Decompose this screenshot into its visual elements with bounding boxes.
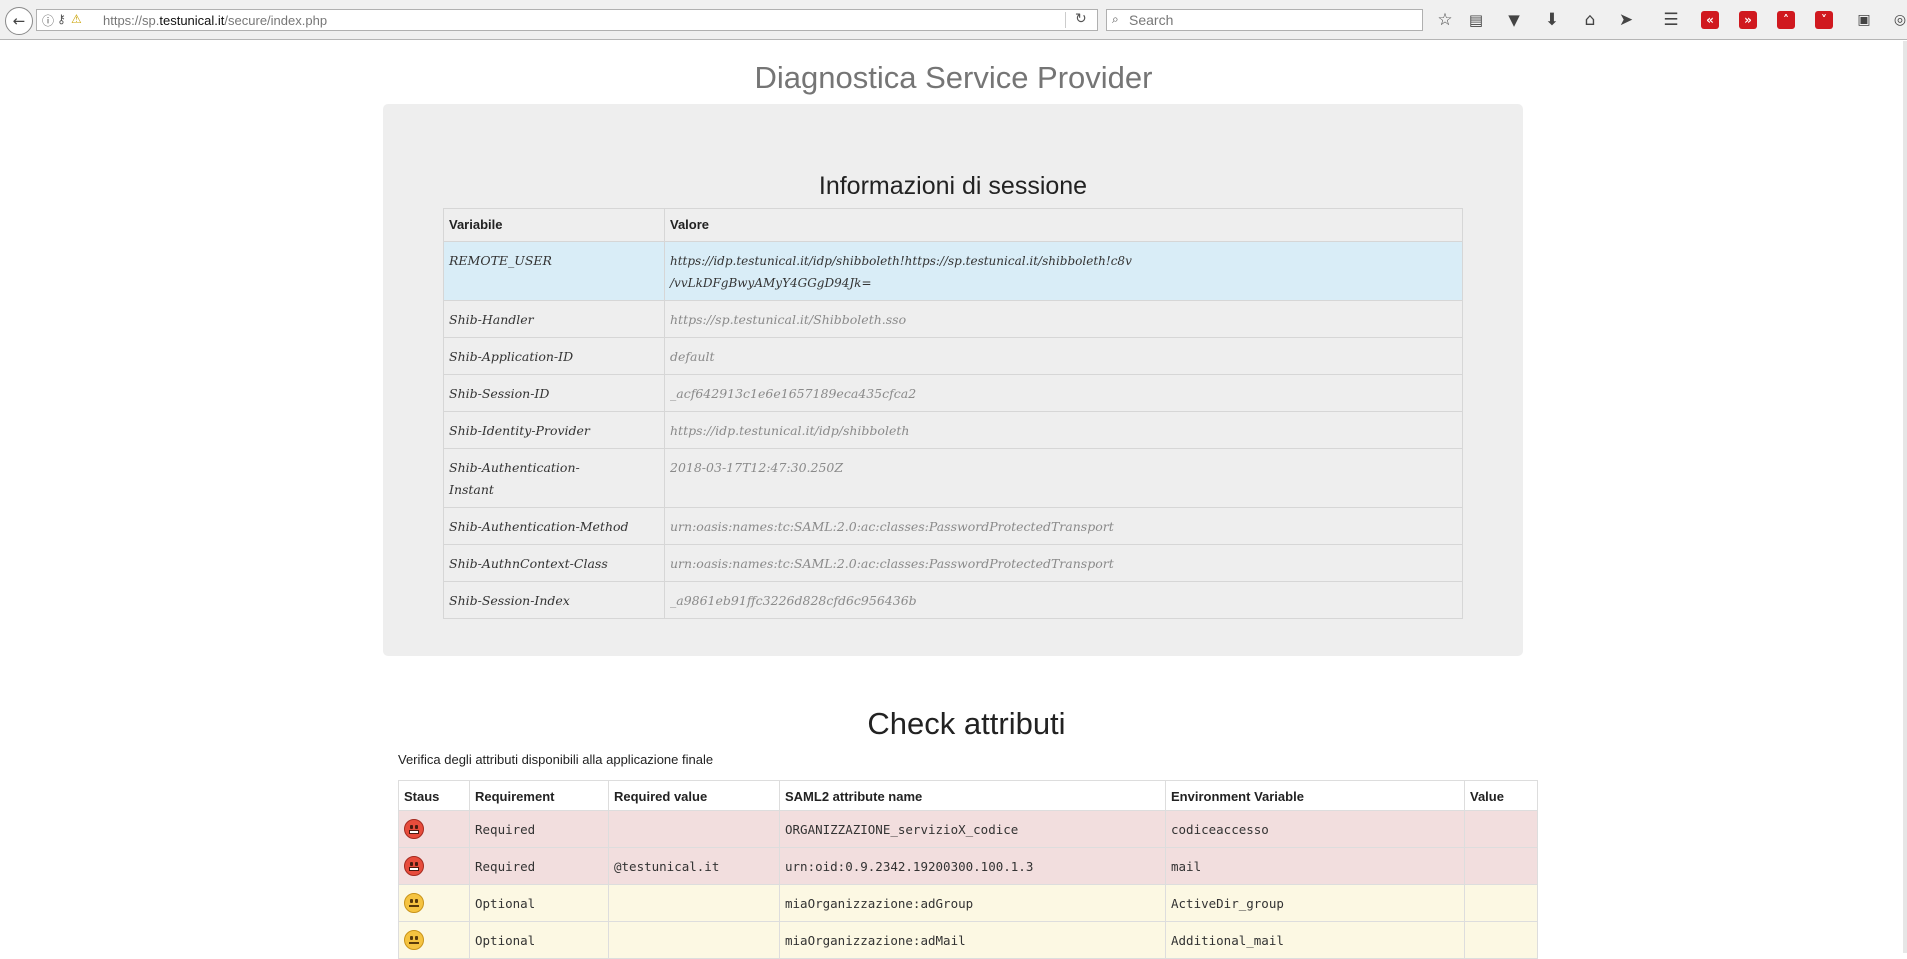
- required-value-cell: [608, 884, 780, 922]
- extension-overflow-icon[interactable]: ◎: [1888, 8, 1907, 32]
- bookmark-star-icon[interactable]: ☆: [1433, 8, 1457, 32]
- send-icon[interactable]: ➤: [1614, 8, 1638, 32]
- url-divider: [1065, 12, 1066, 28]
- extension-up-icon[interactable]: ˄: [1777, 11, 1795, 29]
- column-header-saml2-name: SAML2 attribute name: [779, 780, 1166, 811]
- check-heading: Check attributi: [867, 706, 1066, 741]
- requirement-cell: Optional: [469, 884, 609, 922]
- lock-warning-icon[interactable]: ⚠: [71, 12, 82, 26]
- requirement-cell: Required: [469, 810, 609, 848]
- neutral-face-icon: [404, 930, 424, 950]
- column-header-value: Value: [1464, 780, 1538, 811]
- variable-value: https://idp.testunical.it/idp/shibboleth: [664, 411, 1463, 449]
- table-row: Shib-Authentication- Instant 2018-03-17T…: [443, 448, 1463, 508]
- value-cell: [1464, 884, 1538, 922]
- session-table: Variabile Valore REMOTE_USER https://idp…: [443, 208, 1463, 619]
- variable-name: Shib-Session-ID: [443, 374, 665, 412]
- variable-name: Shib-Session-Index: [443, 581, 665, 619]
- column-header-value: Valore: [664, 208, 1463, 242]
- page-title: Diagnostica Service Provider: [754, 60, 1153, 95]
- status-cell: [398, 847, 470, 885]
- saml2-name-cell: miaOrganizzazione:adGroup: [779, 884, 1166, 922]
- variable-value: default: [664, 337, 1463, 375]
- key-icon[interactable]: ⚷: [57, 12, 66, 26]
- variable-name: Shib-Application-ID: [443, 337, 665, 375]
- table-row: Shib-Session-ID _acf642913c1e6e1657189ec…: [443, 374, 1463, 412]
- extension-prev-icon[interactable]: «: [1701, 11, 1719, 29]
- page-scrollbar[interactable]: [1903, 41, 1907, 953]
- variable-value: _acf642913c1e6e1657189eca435cfca2: [664, 374, 1463, 412]
- session-panel: Informazioni di sessione Variabile Valor…: [383, 104, 1523, 656]
- variable-name: Shib-Handler: [443, 300, 665, 338]
- status-cell: [398, 810, 470, 848]
- saml2-name-cell: ORGANIZZAZIONE_servizioX_codice: [779, 810, 1166, 848]
- variable-name: Shib-Authentication- Instant: [443, 448, 665, 508]
- variable-name: Shib-Identity-Provider: [443, 411, 665, 449]
- check-subtitle: Verifica degli attributi disponibili all…: [398, 752, 714, 767]
- info-icon[interactable]: ⓘ: [42, 12, 54, 29]
- variable-value: _a9861eb91ffc3226d828cfd6c956436b: [664, 581, 1463, 619]
- home-icon[interactable]: ⌂: [1578, 8, 1602, 32]
- table-row: Shib-Handler https://sp.testunical.it/Sh…: [443, 300, 1463, 338]
- table-row: Shib-Application-ID default: [443, 337, 1463, 375]
- extension-face-icon[interactable]: ▣: [1852, 8, 1876, 32]
- back-arrow-icon[interactable]: ←: [5, 7, 33, 35]
- column-header-required-value: Required value: [608, 780, 780, 811]
- env-var-cell: mail: [1165, 847, 1465, 885]
- variable-name: REMOTE_USER: [443, 241, 665, 301]
- extension-down-icon[interactable]: ˅: [1815, 11, 1833, 29]
- env-var-cell: codiceaccesso: [1165, 810, 1465, 848]
- column-header-requirement: Requirement: [469, 780, 609, 811]
- requirement-cell: Required: [469, 847, 609, 885]
- sad-face-icon: [404, 856, 424, 876]
- table-row: Optional miaOrganizzazione:adGroup Activ…: [398, 884, 1538, 922]
- table-row: Shib-Identity-Provider https://idp.testu…: [443, 411, 1463, 449]
- value-cell: [1464, 810, 1538, 848]
- variable-value: urn:oasis:names:tc:SAML:2.0:ac:classes:P…: [664, 507, 1463, 545]
- required-value-cell: @testunical.it: [608, 847, 780, 885]
- session-header-row: Variabile Valore: [443, 208, 1463, 242]
- table-row: REMOTE_USER https://idp.testunical.it/id…: [443, 241, 1463, 301]
- pocket-icon[interactable]: ▼: [1502, 8, 1526, 32]
- variable-value: 2018-03-17T12:47:30.250Z: [664, 448, 1463, 508]
- menu-icon[interactable]: ☰: [1659, 8, 1683, 32]
- saml2-name-cell: urn:oid:0.9.2342.19200300.100.1.3: [779, 847, 1166, 885]
- session-heading: Informazioni di sessione: [818, 172, 1088, 200]
- search-input[interactable]: [1129, 11, 1409, 28]
- search-bar[interactable]: ⌕: [1106, 9, 1423, 31]
- table-row: Shib-AuthnContext-Class urn:oasis:names:…: [443, 544, 1463, 582]
- reading-list-icon[interactable]: ▤: [1464, 8, 1488, 32]
- table-row: Required ORGANIZZAZIONE_servizioX_codice…: [398, 810, 1538, 848]
- reload-icon[interactable]: ↻: [1075, 11, 1087, 27]
- search-icon: ⌕: [1112, 12, 1119, 26]
- value-cell: [1464, 847, 1538, 885]
- sad-face-icon: [404, 819, 424, 839]
- attributes-table: Staus Requirement Required value SAML2 a…: [398, 780, 1538, 959]
- column-header-env-var: Environment Variable: [1165, 780, 1465, 811]
- status-cell: [398, 884, 470, 922]
- download-icon[interactable]: ⬇: [1540, 8, 1564, 32]
- env-var-cell: ActiveDir_group: [1165, 884, 1465, 922]
- variable-name: Shib-AuthnContext-Class: [443, 544, 665, 582]
- attributes-header-row: Staus Requirement Required value SAML2 a…: [398, 780, 1538, 811]
- variable-value: urn:oasis:names:tc:SAML:2.0:ac:classes:P…: [664, 544, 1463, 582]
- browser-toolbar: ← ⓘ ⚷ ⚠ https://sp.testunical.it/secure/…: [0, 0, 1907, 40]
- table-row: Shib-Authentication-Method urn:oasis:nam…: [443, 507, 1463, 545]
- table-row: Required @testunical.it urn:oid:0.9.2342…: [398, 847, 1538, 885]
- neutral-face-icon: [404, 893, 424, 913]
- extension-next-icon[interactable]: »: [1739, 11, 1757, 29]
- column-header-variable: Variabile: [443, 208, 665, 242]
- variable-name: Shib-Authentication-Method: [443, 507, 665, 545]
- url-text[interactable]: https://sp.testunical.it/secure/index.ph…: [103, 13, 327, 28]
- variable-value: https://sp.testunical.it/Shibboleth.sso: [664, 300, 1463, 338]
- required-value-cell: [608, 810, 780, 848]
- variable-value: https://idp.testunical.it/idp/shibboleth…: [664, 241, 1463, 301]
- column-header-status: Staus: [398, 780, 470, 811]
- url-bar[interactable]: ⓘ ⚷ ⚠ https://sp.testunical.it/secure/in…: [36, 9, 1098, 31]
- table-row: Shib-Session-Index _a9861eb91ffc3226d828…: [443, 581, 1463, 619]
